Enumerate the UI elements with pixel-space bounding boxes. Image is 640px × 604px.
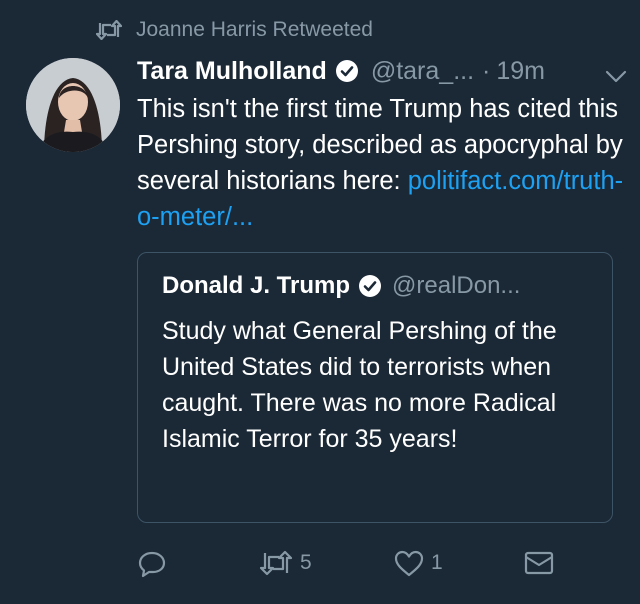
heart-icon [393, 549, 425, 577]
envelope-icon [523, 549, 555, 577]
tweet-text: This isn't the first time Trump has cite… [137, 91, 627, 235]
author-name[interactable]: Tara Mulholland [137, 57, 327, 86]
chevron-down-icon[interactable] [605, 62, 627, 91]
separator-dot: · [482, 56, 491, 85]
retweet-context: Joanne Harris Retweeted [96, 16, 373, 44]
retweet-icon [258, 549, 294, 577]
verified-badge-icon [335, 59, 359, 83]
direct-message-button[interactable] [523, 549, 555, 577]
quoted-author-name: Donald J. Trump [162, 272, 351, 299]
reply-icon [137, 549, 167, 579]
tweet-actions: 5 1 [0, 545, 640, 585]
retweet-icon [96, 20, 122, 40]
quoted-tweet-card[interactable]: Donald J. Trump @realDon... Study what G… [137, 252, 613, 523]
reply-button[interactable] [137, 549, 167, 579]
tweet-header: Tara Mulholland @tara_... · 19m [137, 54, 627, 88]
retweeted-by-label[interactable]: Joanne Harris Retweeted [136, 18, 373, 42]
author-handle[interactable]: @tara_... [371, 57, 474, 86]
like-button[interactable]: 1 [393, 549, 443, 577]
quoted-author-handle: @realDon... [392, 272, 521, 299]
quoted-tweet-text: Study what General Pershing of the Unite… [162, 317, 557, 453]
like-count: 1 [431, 551, 443, 574]
retweet-count: 5 [300, 551, 312, 574]
quoted-tweet-header: Donald J. Trump @realDon... [162, 269, 520, 303]
verified-badge-icon [358, 274, 382, 298]
retweet-button[interactable]: 5 [258, 549, 312, 577]
avatar[interactable] [26, 58, 120, 152]
tweet-timestamp[interactable]: 19m [496, 57, 545, 86]
